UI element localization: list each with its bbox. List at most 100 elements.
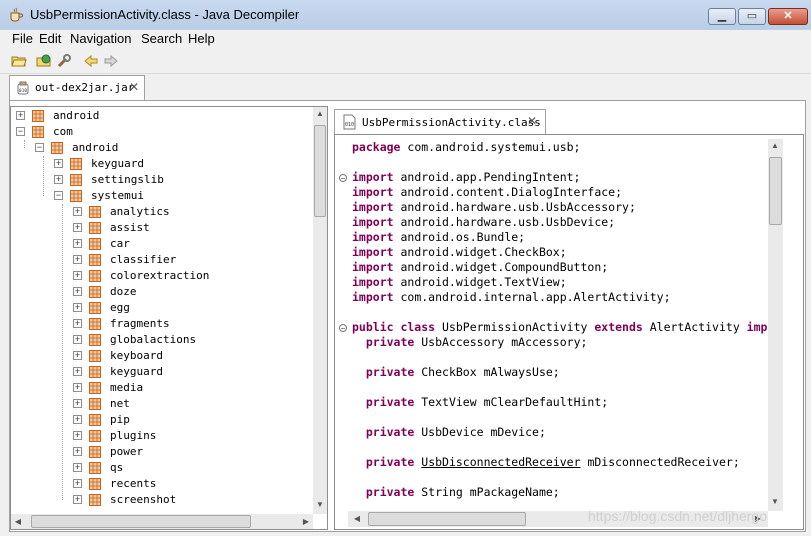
menu-edit[interactable]: Edit xyxy=(39,31,61,46)
code-text: CheckBox mAlwaysUse; xyxy=(414,365,560,379)
expand-toggle-icon[interactable]: + xyxy=(73,319,82,328)
scroll-up-icon[interactable]: ▲ xyxy=(313,109,327,118)
package-icon xyxy=(70,190,82,202)
code-text: UsbPermissionActivity xyxy=(435,320,595,334)
tree-node-label: fragments xyxy=(110,317,170,330)
code-keyword: private xyxy=(365,455,415,469)
expand-toggle-icon[interactable]: + xyxy=(73,335,82,344)
collapse-toggle-icon[interactable]: − xyxy=(16,127,25,136)
expand-toggle-icon[interactable]: + xyxy=(73,479,82,488)
tree-horizontal-scrollbar[interactable]: ◀ ▶ xyxy=(11,514,313,529)
code-text: android.os.Bundle; xyxy=(393,230,526,244)
expand-toggle-icon[interactable]: + xyxy=(73,495,82,504)
tree-connector xyxy=(24,140,25,148)
back-arrow-icon[interactable] xyxy=(83,53,99,69)
code-text[interactable]: UsbDisconnectedReceiver xyxy=(421,455,580,469)
tab-class-label: UsbPermissionActivity.class xyxy=(362,116,541,129)
code-horizontal-thumb[interactable] xyxy=(368,512,526,526)
minimize-icon: ▁ xyxy=(717,10,727,22)
expand-toggle-icon[interactable]: + xyxy=(73,223,82,232)
expand-toggle-icon[interactable]: + xyxy=(73,447,82,456)
svg-text:010: 010 xyxy=(19,88,27,94)
tree-vertical-scrollbar[interactable]: ▲ ▼ xyxy=(313,107,327,514)
package-icon xyxy=(89,462,101,474)
maximize-button[interactable]: ▭ xyxy=(738,8,766,25)
expand-toggle-icon[interactable]: + xyxy=(73,271,82,280)
scroll-down-icon[interactable]: ▼ xyxy=(313,500,327,509)
menu-navigation[interactable]: Navigation xyxy=(70,31,131,46)
fold-toggle-icon[interactable]: − xyxy=(339,324,347,333)
fold-toggle-icon[interactable]: − xyxy=(339,174,347,183)
code-scroll-up-icon[interactable]: ▲ xyxy=(768,141,782,150)
code-keyword: import xyxy=(352,215,394,229)
expand-toggle-icon[interactable]: + xyxy=(73,463,82,472)
code-keyword: import xyxy=(352,170,394,184)
code-vertical-scrollbar[interactable]: ▲ ▼ xyxy=(768,139,783,511)
window-title: UsbPermissionActivity.class - Java Decom… xyxy=(30,7,300,22)
tree-node-label: android xyxy=(53,109,100,122)
tree-node-label: colorextraction xyxy=(110,269,210,282)
package-icon xyxy=(89,222,101,234)
expand-toggle-icon[interactable]: + xyxy=(73,399,82,408)
code-line: private TextView mClearDefaultHint; xyxy=(352,395,608,410)
expand-toggle-icon[interactable]: + xyxy=(73,255,82,264)
expand-toggle-icon[interactable]: + xyxy=(73,415,82,424)
code-text: com.android.internal.app.AlertActivity; xyxy=(393,290,671,304)
code-keyword: import xyxy=(352,200,394,214)
menu-help[interactable]: Help xyxy=(188,31,215,46)
expand-toggle-icon[interactable]: + xyxy=(73,207,82,216)
expand-toggle-icon[interactable]: + xyxy=(73,303,82,312)
expand-toggle-icon[interactable]: + xyxy=(73,239,82,248)
expand-toggle-icon[interactable]: + xyxy=(73,351,82,360)
expand-toggle-icon[interactable]: + xyxy=(54,175,63,184)
code-line: private UsbAccessory mAccessory; xyxy=(352,335,588,350)
code-keyword: private xyxy=(365,425,415,439)
package-icon xyxy=(89,286,101,298)
code-line: private CheckBox mAlwaysUse; xyxy=(352,365,560,380)
expand-toggle-icon[interactable]: + xyxy=(73,383,82,392)
code-keyword: private xyxy=(365,395,415,409)
minimize-button[interactable]: ▁ xyxy=(708,8,736,25)
code-vertical-thumb[interactable] xyxy=(769,157,782,225)
open-type-icon[interactable] xyxy=(36,53,52,69)
tree-vertical-thumb[interactable] xyxy=(314,125,326,217)
collapse-toggle-icon[interactable]: − xyxy=(35,143,44,152)
code-keyword: imp xyxy=(746,320,768,334)
tab-class-file[interactable]: 010 UsbPermissionActivity.class ✕ xyxy=(334,109,546,134)
tree-horizontal-thumb[interactable] xyxy=(31,515,251,528)
collapse-toggle-icon[interactable]: − xyxy=(54,191,63,200)
wrench-icon[interactable] xyxy=(56,53,72,69)
tree-node-label: pip xyxy=(110,413,130,426)
code-text: UsbDevice mDevice; xyxy=(414,425,546,439)
code-keyword: public class xyxy=(352,320,436,334)
code-scroll-left-icon[interactable]: ◀ xyxy=(350,514,364,523)
expand-toggle-icon[interactable]: + xyxy=(54,159,63,168)
close-tab-icon[interactable]: ✕ xyxy=(129,80,139,94)
menu-file[interactable]: File xyxy=(12,31,33,46)
menu-search[interactable]: Search xyxy=(141,31,182,46)
close-icon: ✕ xyxy=(783,10,793,22)
svg-text:010: 010 xyxy=(345,122,354,128)
expand-toggle-icon[interactable]: + xyxy=(73,287,82,296)
code-line: import android.app.PendingIntent; xyxy=(352,170,580,185)
scroll-left-icon[interactable]: ◀ xyxy=(11,517,25,526)
code-scroll-down-icon[interactable]: ▼ xyxy=(768,497,782,506)
close-button[interactable]: ✕ xyxy=(768,8,808,25)
tree-node-label: net xyxy=(110,397,130,410)
scroll-right-icon[interactable]: ▶ xyxy=(299,517,313,526)
expand-toggle-icon[interactable]: + xyxy=(16,111,25,120)
code-keyword: extends xyxy=(594,320,643,334)
forward-arrow-icon[interactable] xyxy=(103,53,119,69)
close-class-tab-icon[interactable]: ✕ xyxy=(527,114,537,128)
tree-node-label: keyboard xyxy=(110,349,163,362)
tree-node-label: globalactions xyxy=(110,333,197,346)
package-icon xyxy=(32,126,44,138)
open-folder-icon[interactable] xyxy=(11,53,27,69)
package-icon xyxy=(89,430,101,442)
expand-toggle-icon[interactable]: + xyxy=(73,367,82,376)
tab-jar-file[interactable]: 010 out-dex2jar.jar ✕ xyxy=(9,75,145,100)
code-line: import android.widget.CheckBox; xyxy=(352,245,567,260)
expand-toggle-icon[interactable]: + xyxy=(73,431,82,440)
